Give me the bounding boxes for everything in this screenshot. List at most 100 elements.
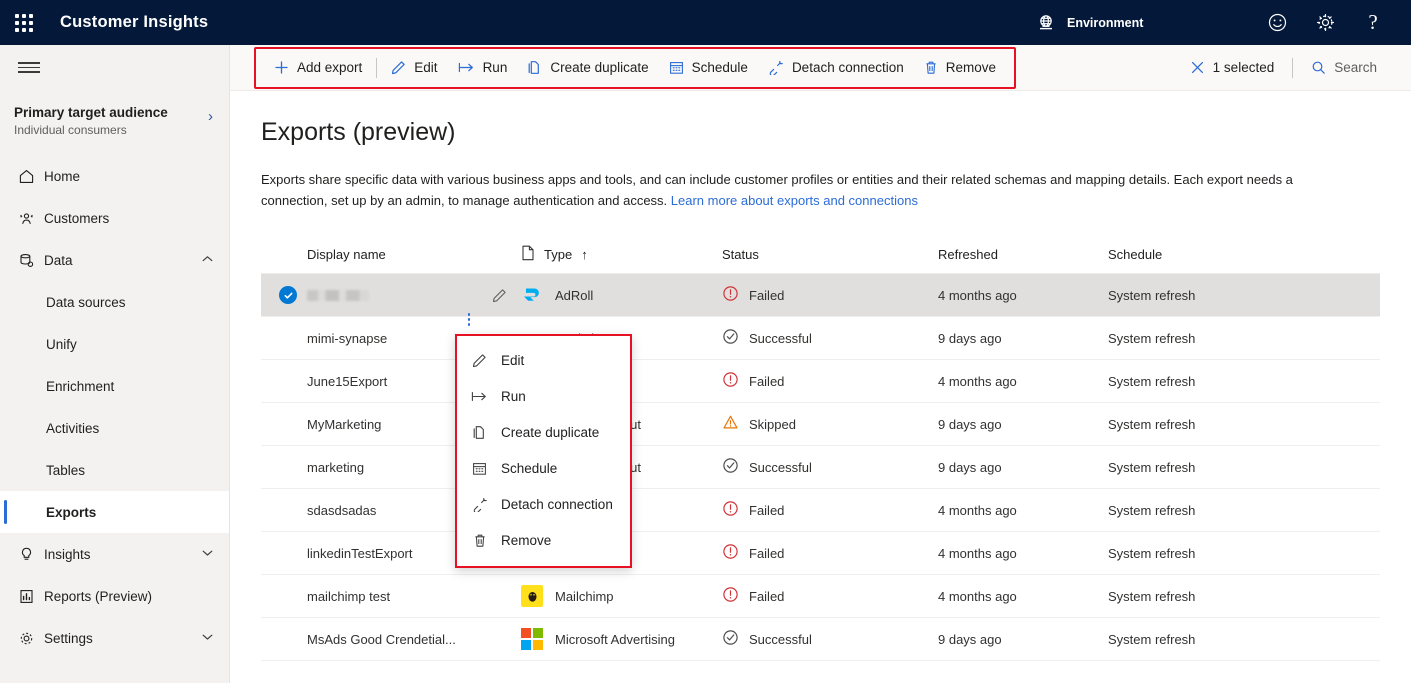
context-menu-label: Create duplicate — [501, 424, 600, 440]
context-menu-edit[interactable]: Edit — [457, 342, 630, 378]
sidebar-item-data[interactable]: Data — [0, 239, 229, 281]
sidebar-item-data-sources[interactable]: Data sources — [0, 281, 229, 323]
table-row[interactable]: sdasdsadas Failed 4 months ago System re… — [261, 489, 1380, 533]
divider — [376, 57, 378, 78]
sidebar-item-unify[interactable]: Unify — [0, 323, 229, 365]
row-checkbox[interactable] — [261, 286, 307, 305]
sidebar-item-home[interactable]: Home — [0, 155, 229, 197]
context-menu-schedule[interactable]: Schedule — [457, 450, 630, 486]
column-header-status[interactable]: Status — [722, 247, 938, 262]
row-schedule: System refresh — [1108, 502, 1196, 518]
exports-table: Display name Type ↑ Status Refreshed Sch… — [261, 236, 1380, 662]
sidebar-item-exports[interactable]: Exports — [0, 491, 229, 534]
chevron-down-icon[interactable] — [202, 548, 213, 560]
row-schedule: System refresh — [1108, 287, 1196, 303]
page-description: Exports share specific data with various… — [230, 147, 1370, 211]
sidebar-item-insights[interactable]: Insights — [0, 533, 229, 575]
table-row[interactable]: linkedinTestExport in LinkedIn Ads Faile… — [261, 532, 1380, 576]
row-schedule: System refresh — [1108, 416, 1196, 432]
table-row[interactable]: marketing Marketing (Out Successful 9 da… — [261, 446, 1380, 490]
search-placeholder: Search — [1334, 60, 1377, 75]
context-menu-run[interactable]: Run — [457, 378, 630, 414]
table-row[interactable]: AdRoll Failed 4 months ago System refres… — [261, 274, 1380, 318]
context-menu-remove[interactable]: Remove — [457, 522, 630, 558]
sidebar-item-label: Unify — [46, 336, 77, 352]
detach-connection-button[interactable]: Detach connection — [758, 53, 914, 83]
add-export-button[interactable]: Add export — [264, 53, 372, 83]
column-header-display-name[interactable]: Display name — [307, 247, 521, 262]
sidebar-item-label: Customers — [44, 210, 110, 226]
chevron-down-icon[interactable] — [202, 632, 213, 644]
chevron-up-icon[interactable] — [202, 254, 213, 266]
remove-button[interactable]: Remove — [914, 53, 1006, 83]
database-icon — [18, 252, 44, 269]
row-status-label: Failed — [749, 287, 785, 303]
copy-icon — [527, 60, 542, 75]
row-type-label: Mailchimp — [555, 588, 614, 604]
app-launcher-icon[interactable] — [0, 0, 48, 45]
success-icon — [722, 457, 739, 477]
sidebar-item-label: Insights — [44, 546, 91, 562]
row-type-label: AdRoll — [555, 287, 594, 303]
table-row[interactable]: mailchimp test Mailchimp Failed 4 months… — [261, 575, 1380, 619]
row-status: Failed — [722, 543, 938, 563]
column-header-schedule[interactable]: Schedule — [1108, 247, 1278, 262]
chevron-right-icon[interactable]: › — [208, 104, 213, 125]
hamburger-menu-icon[interactable] — [0, 45, 229, 90]
row-edit-pencil-icon[interactable] — [492, 288, 507, 303]
row-type: Microsoft Advertising — [521, 628, 722, 651]
sidebar-item-settings[interactable]: Settings — [0, 617, 229, 659]
page-title: Exports (preview) — [261, 118, 456, 146]
command-bar-right: 1 selected Search — [1180, 53, 1387, 83]
context-menu-label: Detach connection — [501, 496, 613, 512]
schedule-button[interactable]: Schedule — [659, 53, 758, 83]
create-duplicate-button[interactable]: Create duplicate — [517, 53, 658, 83]
sidebar-item-reports[interactable]: Reports (Preview) — [0, 575, 229, 617]
smiley-icon[interactable] — [1253, 0, 1301, 45]
context-menu-label: Remove — [501, 532, 552, 548]
column-header-type[interactable]: Type ↑ — [521, 245, 722, 264]
row-context-menu: Edit Run Create duplicate Schedule Detac… — [455, 334, 632, 568]
sidebar: Primary target audience Individual consu… — [0, 45, 230, 683]
row-more-options-button[interactable] — [457, 298, 481, 341]
row-status: Successful — [722, 457, 938, 477]
redacted-name — [307, 289, 369, 301]
row-display-name: mailchimp test — [307, 588, 391, 604]
environment-selector[interactable]: Environment — [1035, 0, 1143, 45]
top-navigation-bar: Customer Insights Environment ? — [0, 0, 1411, 45]
edit-button[interactable]: Edit — [381, 53, 447, 83]
table-row[interactable]: mimi-synapse Analytics Successful 9 days… — [261, 317, 1380, 361]
audience-selector[interactable]: Primary target audience Individual consu… — [0, 90, 229, 149]
question-mark-icon[interactable]: ? — [1349, 0, 1397, 45]
learn-more-link[interactable]: Learn more about exports and connections — [671, 193, 918, 208]
run-button[interactable]: Run — [448, 53, 518, 83]
unlink-icon — [471, 497, 488, 512]
sidebar-item-customers[interactable]: Customers — [0, 197, 229, 239]
context-menu-label: Edit — [501, 352, 525, 368]
checkbox-checked-icon[interactable] — [279, 286, 297, 305]
gear-icon[interactable] — [1301, 0, 1349, 45]
context-menu-create-duplicate[interactable]: Create duplicate — [457, 414, 630, 450]
table-row[interactable]: June15Export Failed 4 months ago System … — [261, 360, 1380, 404]
warning-icon — [722, 414, 739, 434]
row-display-name: MsAds Good Crendetial... — [307, 631, 456, 647]
sidebar-item-tables[interactable]: Tables — [0, 449, 229, 491]
row-schedule: System refresh — [1108, 631, 1196, 647]
row-refreshed: 4 months ago — [938, 545, 1017, 561]
row-schedule: System refresh — [1108, 545, 1196, 561]
close-x-icon — [1190, 60, 1205, 75]
table-row[interactable]: MsAds Good Crendetial... Microsoft Adver… — [261, 618, 1380, 662]
search-input[interactable]: Search — [1301, 53, 1387, 83]
row-refreshed: 4 months ago — [938, 373, 1017, 389]
command-label: Schedule — [691, 60, 748, 75]
table-row[interactable]: MyMarketing Marketing (Out Skipped 9 day… — [261, 403, 1380, 447]
sidebar-item-enrichment[interactable]: Enrichment — [0, 365, 229, 407]
clear-selection-button[interactable]: 1 selected — [1180, 53, 1285, 83]
row-status-label: Successful — [749, 631, 812, 647]
row-status-label: Successful — [749, 459, 812, 475]
sort-ascending-icon[interactable]: ↑ — [581, 247, 588, 262]
context-menu-detach-connection[interactable]: Detach connection — [457, 486, 630, 522]
column-header-refreshed[interactable]: Refreshed — [938, 247, 1108, 262]
sidebar-item-activities[interactable]: Activities — [0, 407, 229, 449]
trash-icon — [924, 60, 938, 75]
